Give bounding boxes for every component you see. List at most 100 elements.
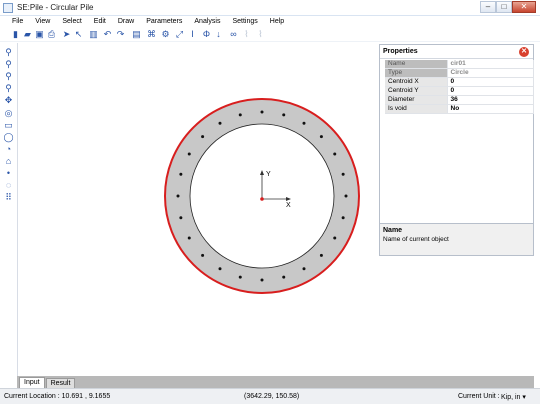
vertical-dimension-icon[interactable]: I [187,29,198,40]
rebar-point[interactable] [176,194,180,198]
arc-tool-icon[interactable]: ◔ [3,144,14,155]
rebar-point[interactable] [238,275,242,279]
properties-title: Properties [383,48,418,55]
rebar-point[interactable] [302,267,306,271]
undo-icon[interactable]: ↶ [102,29,113,40]
curve-icon[interactable]: ⌇ [255,29,266,40]
rebar-point[interactable] [341,172,345,176]
rebar-point[interactable] [218,267,222,271]
unit-dropdown[interactable]: Kip, in ▾ [501,393,526,401]
close-icon[interactable]: ✕ [519,47,529,57]
select-arrow-icon[interactable]: ➤ [61,29,72,40]
polygon-tool-icon[interactable]: ⌂ [3,156,14,167]
property-key: Centroid Y [385,86,448,97]
circle-tool-icon[interactable]: ◎ [3,108,14,119]
rectangle-tool-icon[interactable]: ▭ [3,120,14,131]
rebar-point[interactable] [201,135,205,139]
menu-parameters[interactable]: Parameters [140,16,188,27]
rebar-point[interactable] [333,236,337,240]
rebar-point[interactable] [341,216,345,220]
redo-icon[interactable]: ↷ [115,29,126,40]
pan-icon[interactable]: ✥ [3,95,14,106]
maximize-button[interactable]: □ [496,1,512,13]
rebar-point[interactable] [238,113,242,117]
circular-pattern-icon[interactable]: ◌ [3,180,14,191]
chart-icon[interactable]: ⌇ [241,29,252,40]
down-arrow-icon[interactable]: ↓ [213,29,224,40]
tab-input[interactable]: Input [19,377,45,388]
rebar-point[interactable] [333,152,337,156]
rebar-point[interactable] [179,216,183,220]
rebar-point[interactable] [282,275,286,279]
property-key: Type [385,68,448,79]
property-value[interactable]: 0 [447,77,534,88]
grid-pattern-icon[interactable]: ⠿ [3,192,14,203]
rebar-point[interactable] [302,121,306,125]
window-controls: – □ ✕ [480,1,536,14]
zoom-window-icon[interactable]: ⚲ [3,83,14,94]
property-value[interactable]: 0 [447,86,534,97]
rebar-point[interactable] [344,194,348,198]
rebar-icon[interactable]: ⚙ [160,29,171,40]
new-file-icon[interactable]: ▮ [10,29,21,40]
ellipse-tool-icon[interactable]: ◯ [3,132,14,143]
rebar-point[interactable] [218,121,222,125]
rebar-point[interactable] [201,253,205,257]
property-row[interactable]: Is void No [385,104,534,115]
property-row[interactable]: Diameter 36 [385,95,534,106]
rebar-point[interactable] [319,135,323,139]
point-tool-icon[interactable]: • [3,168,14,179]
rebar-point[interactable] [187,236,191,240]
property-value: cir01 [447,60,534,70]
draw-tools-panel: ⚲ ⚲ ⚲ ⚲ ✥ ◎ ▭ ◯ ◔ ⌂ • ◌ ⠿ [0,43,17,376]
property-key: Name [385,60,448,70]
hierarchy-icon[interactable]: ⌘ [146,29,157,40]
menu-analysis[interactable]: Analysis [188,16,226,27]
window-title: SE:Pile - Circular Pile [17,3,94,12]
rebar-point[interactable] [260,278,264,282]
menu-settings[interactable]: Settings [226,16,263,27]
property-row[interactable]: Name cir01 [385,60,534,70]
link-icon[interactable]: ∞ [228,29,239,40]
property-value[interactable]: No [447,104,534,115]
save-icon[interactable]: ▣ [34,29,45,40]
properties-grid: Name cir01 Type Circle Centroid X 0 Centroid Y… [385,60,534,115]
pile-section-drawing[interactable]: Y X [18,43,379,376]
title-bar: SE:Pile - Circular Pile – □ ✕ [0,0,540,16]
help-text: Name of current object [383,236,449,243]
close-button[interactable]: ✕ [512,1,536,13]
phi-icon[interactable]: Φ [201,29,212,40]
rebar-point[interactable] [179,172,183,176]
menu-draw[interactable]: Draw [112,16,140,27]
menu-edit[interactable]: Edit [88,16,112,27]
rebar-point[interactable] [319,253,323,257]
zoom-icon[interactable]: ⚲ [3,47,14,58]
menu-select[interactable]: Select [56,16,87,27]
rebar-point[interactable] [260,110,264,114]
menu-help[interactable]: Help [264,16,290,27]
tab-result[interactable]: Result [45,378,76,388]
dimension-icon[interactable]: ⤢ [174,29,185,40]
properties-header: Properties ✕ [380,45,533,59]
drawing-canvas[interactable]: Y X [17,43,378,376]
property-key: Diameter [385,95,448,106]
zoom-in-icon[interactable]: ⚲ [3,59,14,70]
zoom-out-icon[interactable]: ⚲ [3,71,14,82]
delete-icon[interactable]: ▥ [88,29,99,40]
property-row[interactable]: Type Circle [385,68,534,79]
menu-file[interactable]: File [0,16,29,27]
property-value[interactable]: 36 [447,95,534,106]
open-folder-icon[interactable]: ▰ [22,29,33,40]
rebar-point[interactable] [187,152,191,156]
calculator-icon[interactable]: ▤ [131,29,142,40]
print-icon[interactable]: ⎙ [46,29,57,40]
property-row[interactable]: Centroid X0 [385,77,534,88]
rebar-point[interactable] [282,113,286,117]
property-value: Circle [447,68,534,79]
menu-view[interactable]: View [29,16,56,27]
current-location: Current Location : 10.691 , 9.1655 [4,393,111,400]
minimize-button[interactable]: – [480,1,496,13]
x-axis-label: X [286,202,291,209]
select-node-icon[interactable]: ↖ [73,29,84,40]
property-row[interactable]: Centroid Y0 [385,86,534,97]
